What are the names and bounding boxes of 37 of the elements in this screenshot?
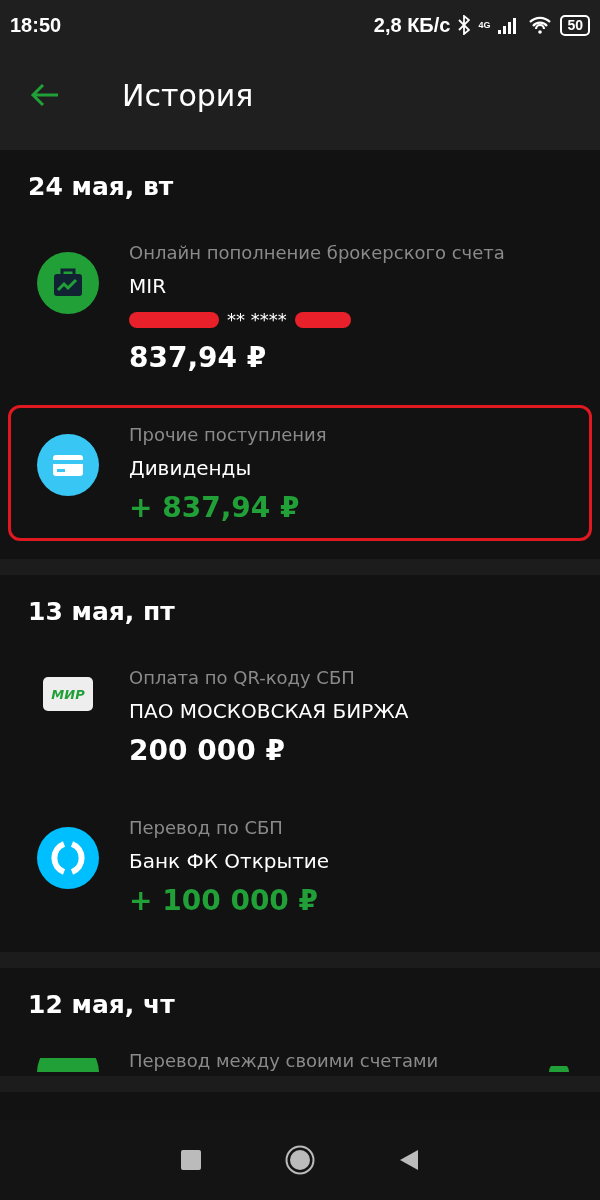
home-icon[interactable]: [285, 1145, 315, 1175]
transaction-row[interactable]: МИР Оплата по QR-коду СБП ПАО МОСКОВСКАЯ БИРЖА 200 000 ₽: [8, 648, 592, 784]
wifi-icon: [528, 16, 553, 34]
date-heading: 13 мая, пт: [27, 596, 176, 628]
transaction-name: Банк ФК Открытие: [129, 849, 331, 873]
redaction-mark: [294, 311, 351, 328]
transaction-row[interactable]: Прочие поступления Дивиденды + 837,94 ₽: [8, 405, 592, 541]
back-icon[interactable]: [399, 1149, 419, 1171]
network-type: 4G: [478, 20, 491, 30]
page-title: История: [122, 77, 254, 113]
battery-level: 50: [560, 14, 590, 36]
transaction-amount: 837,94 ₽: [129, 341, 268, 374]
transaction-amount: 200 000 ₽: [129, 734, 286, 767]
transaction-row[interactable]: Перевод по СБП Банк ФК Открытие + 100 000 ₽: [8, 798, 592, 934]
mir-logo: МИР: [43, 677, 93, 711]
transaction-category: Онлайн пополнение брокерского счета: [129, 242, 506, 263]
transaction-row[interactable]: Онлайн пополнение брокерского счета MIR ** **** 837,94 ₽: [8, 223, 592, 391]
transaction-name: Дивиденды: [129, 456, 253, 480]
transaction-category: Оплата по QR-коду СБП: [129, 667, 356, 688]
date-heading: 12 мая, чт: [27, 989, 176, 1021]
transaction-name: MIR: [129, 274, 168, 298]
clock: 18:50: [10, 13, 62, 37]
network-speed: 2,8 КБ/с: [373, 13, 451, 37]
ring-logo-icon: [37, 827, 99, 889]
transaction-category: Перевод между своими счетами: [129, 1050, 439, 1072]
bluetooth-icon: [458, 15, 471, 35]
transaction-row[interactable]: Перевод между своими счетами: [8, 1041, 592, 1072]
transaction-category: Прочие поступления: [129, 424, 328, 445]
transaction-category: Перевод по СБП: [129, 817, 284, 838]
briefcase-chart-icon: [37, 252, 99, 314]
transaction-name: ПАО МОСКОВСКАЯ БИРЖА: [129, 699, 410, 723]
transaction-amount: + 837,94 ₽: [129, 491, 301, 524]
credit-card-icon: [37, 434, 99, 496]
card-number: ** ****: [227, 309, 287, 330]
back-arrow-icon[interactable]: [30, 83, 60, 107]
transaction-amount: + 100 000 ₽: [129, 884, 320, 917]
date-heading: 24 мая, вт: [27, 171, 175, 203]
